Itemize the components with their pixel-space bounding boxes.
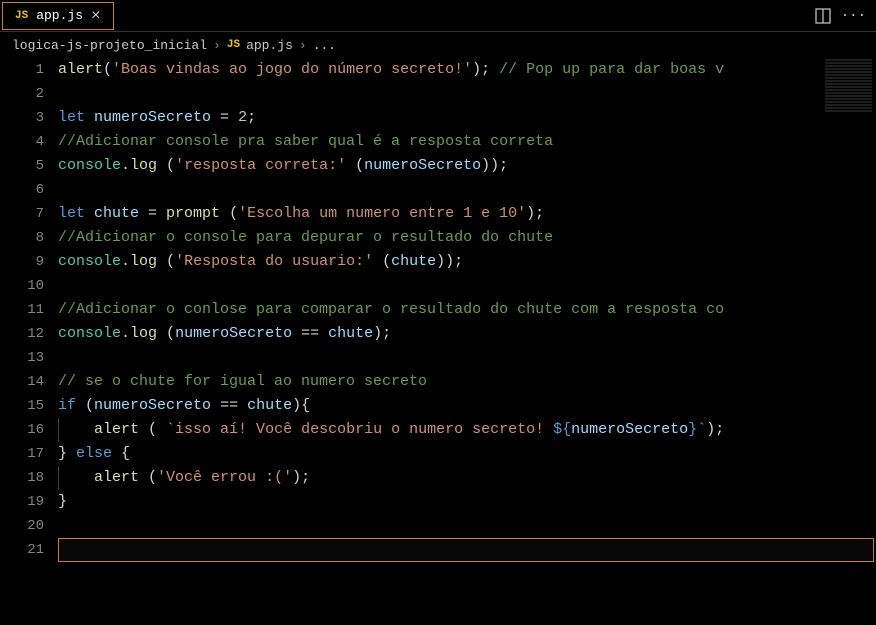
code-line[interactable] xyxy=(58,82,876,106)
line-number: 13 xyxy=(0,346,44,370)
line-number: 6 xyxy=(0,178,44,202)
js-file-icon: JS xyxy=(227,39,240,51)
code-line[interactable]: //Adicionar o conlose para comparar o re… xyxy=(58,298,876,322)
line-number: 18 xyxy=(0,466,44,490)
line-number: 11 xyxy=(0,298,44,322)
line-number: 15 xyxy=(0,394,44,418)
line-number: 7 xyxy=(0,202,44,226)
minimap[interactable] xyxy=(821,58,876,258)
split-editor-icon[interactable] xyxy=(815,8,831,24)
code-line[interactable]: } xyxy=(58,490,876,514)
code-line[interactable]: alert ( `isso aí! Você descobriu o numer… xyxy=(58,418,876,442)
code-line[interactable]: console.log ('resposta correta:' (numero… xyxy=(58,154,876,178)
tab-bar: JS app.js × ··· xyxy=(0,0,876,32)
line-number: 9 xyxy=(0,250,44,274)
code-line[interactable] xyxy=(58,274,876,298)
cursor-line-highlight xyxy=(58,538,874,562)
code-line[interactable]: alert ('Você errou :('); xyxy=(58,466,876,490)
line-number: 1 xyxy=(0,58,44,82)
line-number: 14 xyxy=(0,370,44,394)
line-number: 10 xyxy=(0,274,44,298)
js-file-icon: JS xyxy=(15,10,28,22)
code-line[interactable]: alert('Boas vindas ao jogo do número sec… xyxy=(58,58,876,82)
line-gutter: 1 2 3 4 5 6 7 8 9 10 11 12 13 14 15 16 1… xyxy=(0,58,58,625)
line-number: 16 xyxy=(0,418,44,442)
more-actions-icon[interactable]: ··· xyxy=(841,8,866,24)
code-line[interactable]: console.log ('Resposta do usuario:' (chu… xyxy=(58,250,876,274)
tab-label: app.js xyxy=(36,8,83,23)
line-number: 2 xyxy=(0,82,44,106)
close-icon[interactable]: × xyxy=(91,8,101,24)
breadcrumb[interactable]: logica-js-projeto_inicial › JS app.js › … xyxy=(0,32,876,58)
code-line[interactable]: let chute = prompt ('Escolha um numero e… xyxy=(58,202,876,226)
tab-app-js[interactable]: JS app.js × xyxy=(2,2,114,30)
line-number: 8 xyxy=(0,226,44,250)
line-number: 17 xyxy=(0,442,44,466)
breadcrumb-ellipsis[interactable]: ... xyxy=(313,38,336,53)
line-number: 5 xyxy=(0,154,44,178)
code-line[interactable]: // se o chute for igual ao numero secret… xyxy=(58,370,876,394)
breadcrumb-folder[interactable]: logica-js-projeto_inicial xyxy=(12,38,207,53)
code-line[interactable]: } else { xyxy=(58,442,876,466)
code-line[interactable] xyxy=(58,514,876,538)
code-line[interactable]: //Adicionar console pra saber qual é a r… xyxy=(58,130,876,154)
breadcrumb-file[interactable]: app.js xyxy=(246,38,293,53)
chevron-right-icon: › xyxy=(213,38,221,53)
line-number: 21 xyxy=(0,538,44,562)
code-area[interactable]: alert('Boas vindas ao jogo do número sec… xyxy=(58,58,876,625)
editor[interactable]: 1 2 3 4 5 6 7 8 9 10 11 12 13 14 15 16 1… xyxy=(0,58,876,625)
code-line[interactable]: let numeroSecreto = 2; xyxy=(58,106,876,130)
line-number: 12 xyxy=(0,322,44,346)
code-line[interactable]: if (numeroSecreto == chute){ xyxy=(58,394,876,418)
code-line[interactable]: console.log (numeroSecreto == chute); xyxy=(58,322,876,346)
line-number: 19 xyxy=(0,490,44,514)
line-number: 4 xyxy=(0,130,44,154)
line-number: 3 xyxy=(0,106,44,130)
chevron-right-icon: › xyxy=(299,38,307,53)
tab-actions: ··· xyxy=(815,8,876,24)
line-number: 20 xyxy=(0,514,44,538)
code-line[interactable] xyxy=(58,178,876,202)
code-line[interactable]: //Adicionar o console para depurar o res… xyxy=(58,226,876,250)
code-line[interactable] xyxy=(58,346,876,370)
